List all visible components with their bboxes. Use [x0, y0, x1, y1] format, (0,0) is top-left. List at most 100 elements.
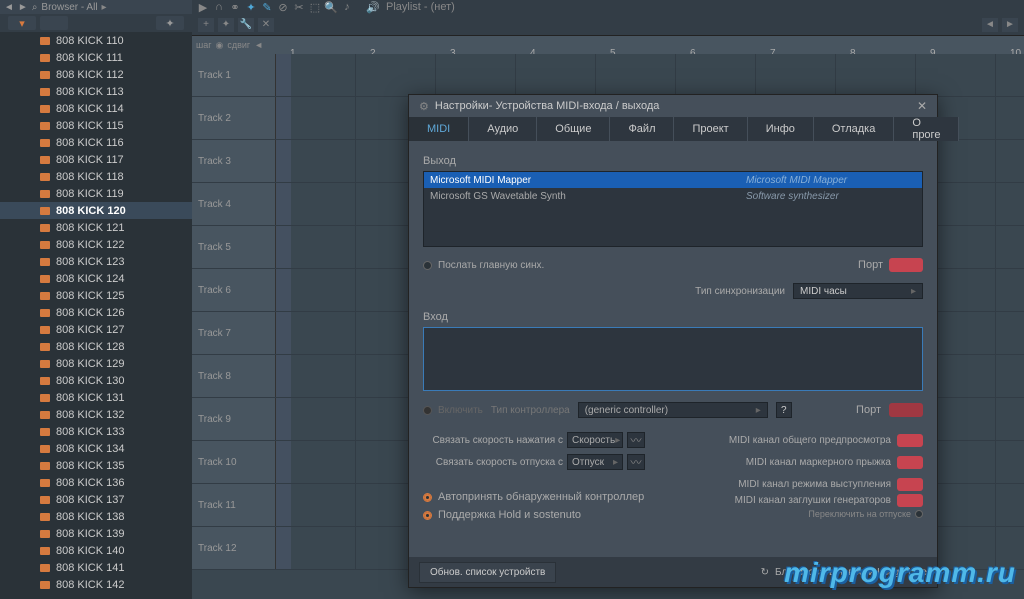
track-label[interactable]: Track 1: [192, 54, 276, 96]
browser-item[interactable]: 808 KICK 141: [0, 559, 192, 576]
browser-item[interactable]: 808 KICK 115: [0, 117, 192, 134]
timeline-ruler[interactable]: шаг ◉ сдвиг ◄ 12345678910: [192, 36, 1024, 54]
close-icon[interactable]: ✕: [917, 99, 927, 113]
track-label[interactable]: Track 7: [192, 312, 276, 354]
search-icon[interactable]: ⌕: [32, 2, 38, 13]
track-label[interactable]: Track 3: [192, 140, 276, 182]
browser-item[interactable]: 808 KICK 125: [0, 287, 192, 304]
browser-item[interactable]: 808 KICK 124: [0, 270, 192, 287]
draw-icon[interactable]: ✎: [260, 1, 274, 13]
sync-type-select[interactable]: MIDI часы ▸: [793, 283, 923, 299]
speaker-icon[interactable]: 🔊: [366, 1, 380, 13]
browser-item[interactable]: 808 KICK 129: [0, 355, 192, 372]
controller-type-select[interactable]: (generic controller) ▸: [578, 402, 768, 418]
input-device-list[interactable]: [423, 327, 923, 391]
tool-cross[interactable]: ✕: [258, 18, 274, 32]
browser-item[interactable]: 808 KICK 112: [0, 66, 192, 83]
dialog-tab-проект[interactable]: Проект: [674, 117, 747, 141]
dropdown-icon[interactable]: ▸: [102, 2, 107, 13]
dialog-tab-midi[interactable]: MIDI: [409, 117, 469, 141]
track-label[interactable]: Track 2: [192, 97, 276, 139]
toolbar-btn-2[interactable]: [40, 16, 68, 30]
browser-item[interactable]: 808 KICK 139: [0, 525, 192, 542]
link-curve-icon[interactable]: 〰: [627, 454, 645, 470]
ruler-step[interactable]: шаг: [196, 40, 212, 50]
output-device-list[interactable]: Microsoft MIDI MapperMicrosoft MIDI Mapp…: [423, 171, 923, 247]
link-press-select[interactable]: Скорость▸: [567, 432, 623, 448]
browser-item[interactable]: 808 KICK 142: [0, 576, 192, 593]
track-label[interactable]: Track 5: [192, 226, 276, 268]
midi-output-row[interactable]: Microsoft GS Wavetable SynthSoftware syn…: [424, 188, 922, 204]
tool-left[interactable]: ◄: [982, 18, 998, 32]
play-icon[interactable]: ▶: [196, 1, 210, 13]
auto-accept[interactable]: Автопринять обнаруженный контроллер: [423, 489, 644, 505]
refresh-devices-button[interactable]: Обнов. список устройств: [419, 562, 556, 583]
help-button[interactable]: ?: [776, 402, 792, 418]
browser-item[interactable]: 808 KICK 120: [0, 202, 192, 219]
input-port-switch[interactable]: [889, 403, 923, 417]
browser-item[interactable]: 808 KICK 135: [0, 457, 192, 474]
browser-item[interactable]: 808 KICK 110: [0, 32, 192, 49]
dialog-tab-о проге[interactable]: О проге: [894, 117, 959, 141]
output-port-switch[interactable]: [889, 258, 923, 272]
browser-item[interactable]: 808 KICK 131: [0, 389, 192, 406]
dialog-tab-файл[interactable]: Файл: [610, 117, 674, 141]
tool-wrench[interactable]: 🔧: [238, 18, 254, 32]
toolbar-btn-3[interactable]: ✦: [156, 16, 184, 30]
track-label[interactable]: Track 10: [192, 441, 276, 483]
browser-item[interactable]: 808 KICK 128: [0, 338, 192, 355]
toolbar-btn-1[interactable]: ▾: [8, 16, 36, 30]
ruler-shift[interactable]: сдвиг: [227, 40, 250, 50]
dialog-tab-отладка[interactable]: Отладка: [814, 117, 894, 141]
browser-item[interactable]: 808 KICK 127: [0, 321, 192, 338]
forward-icon[interactable]: ►: [18, 2, 28, 13]
browser-item[interactable]: 808 KICK 119: [0, 185, 192, 202]
browser-item[interactable]: 808 KICK 116: [0, 134, 192, 151]
zoom-icon[interactable]: 🔍: [324, 1, 338, 13]
browser-item[interactable]: 808 KICK 136: [0, 474, 192, 491]
link-release-select[interactable]: Отпуск▸: [567, 454, 623, 470]
send-master-sync[interactable]: Послать главную синх.: [423, 260, 544, 271]
link-curve-icon[interactable]: 〰: [627, 432, 645, 448]
dialog-tab-инфо[interactable]: Инфо: [748, 117, 814, 141]
browser-item[interactable]: 808 KICK 118: [0, 168, 192, 185]
link-icon[interactable]: ⚭: [228, 1, 242, 13]
browser-item[interactable]: 808 KICK 130: [0, 372, 192, 389]
browser-item[interactable]: 808 KICK 137: [0, 491, 192, 508]
slice-icon[interactable]: ✂: [292, 1, 306, 13]
browser-item[interactable]: 808 KICK 132: [0, 406, 192, 423]
browser-item[interactable]: 808 KICK 138: [0, 508, 192, 525]
track-content[interactable]: [276, 54, 1024, 96]
midi-preview-switch[interactable]: [897, 434, 923, 447]
enable-input[interactable]: Включить: [423, 405, 483, 416]
track-label[interactable]: Track 6: [192, 269, 276, 311]
hold-sostenuto[interactable]: Поддержка Hold и sostenuto: [423, 507, 644, 523]
midi-perform-switch[interactable]: [897, 478, 923, 491]
track-label[interactable]: Track 9: [192, 398, 276, 440]
mute-icon[interactable]: ⊘: [276, 1, 290, 13]
track-label[interactable]: Track 8: [192, 355, 276, 397]
browser-item[interactable]: 808 KICK 134: [0, 440, 192, 457]
dialog-tab-аудио[interactable]: Аудио: [469, 117, 537, 141]
browser-list[interactable]: 808 KICK 110808 KICK 111808 KICK 112808 …: [0, 32, 192, 599]
browser-item[interactable]: 808 KICK 121: [0, 219, 192, 236]
track-label[interactable]: Track 11: [192, 484, 276, 526]
browser-item[interactable]: 808 KICK 123: [0, 253, 192, 270]
browser-item[interactable]: 808 KICK 117: [0, 151, 192, 168]
browser-item[interactable]: 808 KICK 122: [0, 236, 192, 253]
midi-marker-switch[interactable]: [897, 456, 923, 469]
midi-mute-switch[interactable]: [897, 494, 923, 507]
cursor-icon[interactable]: ✦: [244, 1, 258, 13]
dialog-tab-общие[interactable]: Общие: [537, 117, 610, 141]
tool-add[interactable]: +: [198, 18, 214, 32]
browser-item[interactable]: 808 KICK 126: [0, 304, 192, 321]
browser-item[interactable]: 808 KICK 114: [0, 100, 192, 117]
tool-right[interactable]: ►: [1002, 18, 1018, 32]
browser-item[interactable]: 808 KICK 113: [0, 83, 192, 100]
back-icon[interactable]: ◄: [4, 2, 14, 13]
midi-output-row[interactable]: Microsoft MIDI MapperMicrosoft MIDI Mapp…: [424, 172, 922, 188]
select-icon[interactable]: ⬚: [308, 1, 322, 13]
browser-item[interactable]: 808 KICK 111: [0, 49, 192, 66]
tool-wand[interactable]: ✦: [218, 18, 234, 32]
scrub-icon[interactable]: ♪: [340, 1, 354, 13]
